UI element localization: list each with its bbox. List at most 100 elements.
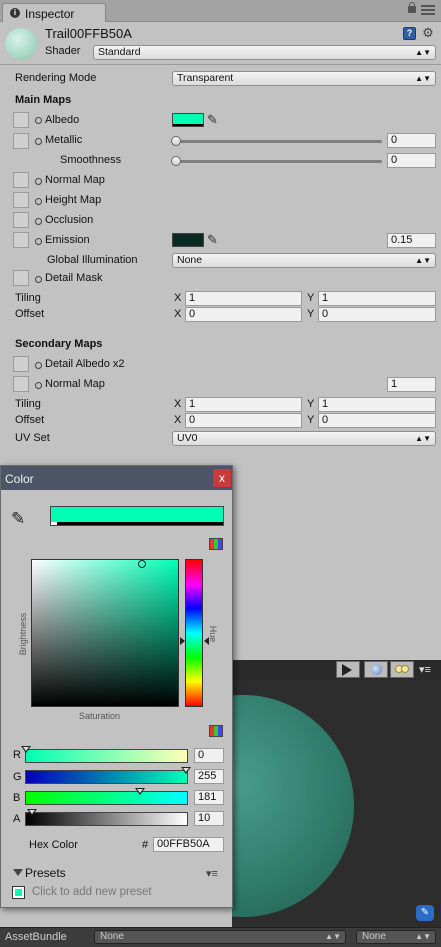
- secondary-maps-header: Secondary Maps: [15, 338, 103, 350]
- eyedropper-icon[interactable]: ✎: [11, 509, 25, 529]
- hex-color-field[interactable]: 00FFB50A: [153, 837, 224, 852]
- albedo-color-swatch[interactable]: [172, 113, 204, 127]
- main-tiling-y-field[interactable]: 1: [318, 291, 436, 306]
- slider-mode-icon[interactable]: [209, 725, 223, 737]
- color-window-titlebar[interactable]: Color x: [1, 466, 232, 490]
- label-tag-icon[interactable]: ✎: [416, 905, 434, 921]
- secondary-normal-scale-field[interactable]: 1: [387, 377, 436, 392]
- r-slider[interactable]: [25, 749, 188, 763]
- preset-swatch[interactable]: [12, 886, 25, 899]
- hue-label: Hue: [208, 625, 218, 643]
- object-picker-icon[interactable]: [35, 138, 42, 145]
- global-illumination-value: None: [177, 254, 203, 266]
- hue-marker-left[interactable]: [180, 637, 185, 645]
- color-mode-icon[interactable]: [209, 538, 223, 550]
- metallic-texture-slot[interactable]: [13, 133, 29, 149]
- x-label: X: [174, 398, 182, 410]
- occlusion-label: Occlusion: [45, 214, 94, 226]
- rendering-mode-dropdown[interactable]: Transparent ▲▼: [172, 71, 436, 86]
- presets-foldout-icon[interactable]: [13, 869, 23, 876]
- r-value-field[interactable]: 0: [194, 748, 224, 763]
- secondary-offset-y-field[interactable]: 0: [318, 413, 436, 428]
- b-slider[interactable]: [25, 791, 188, 805]
- x-label: X: [174, 292, 182, 304]
- emission-texture-slot[interactable]: [13, 232, 29, 248]
- tab-menu-icon[interactable]: [421, 5, 435, 15]
- hex-prefix: #: [142, 839, 149, 851]
- presets-label[interactable]: Presets: [25, 866, 66, 880]
- object-picker-icon[interactable]: [35, 362, 42, 369]
- object-picker-icon[interactable]: [35, 178, 42, 185]
- sv-cursor[interactable]: [138, 560, 146, 568]
- metallic-slider-thumb[interactable]: [171, 136, 181, 146]
- smoothness-slider-thumb[interactable]: [171, 156, 181, 166]
- a-slider[interactable]: [25, 812, 188, 826]
- secondary-offset-x-field[interactable]: 0: [185, 413, 302, 428]
- preview-menu-icon[interactable]: ▾≡: [419, 663, 435, 676]
- detail-mask-texture-slot[interactable]: [13, 270, 29, 286]
- g-slider-thumb[interactable]: [181, 767, 191, 774]
- main-tiling-x-field[interactable]: 1: [185, 291, 302, 306]
- b-slider-thumb[interactable]: [135, 788, 145, 795]
- add-preset-text[interactable]: Click to add new preset: [32, 886, 152, 898]
- y-label: Y: [307, 398, 315, 410]
- smoothness-field[interactable]: 0: [387, 153, 436, 168]
- a-value-field[interactable]: 10: [194, 811, 224, 826]
- main-offset-y-field[interactable]: 0: [318, 307, 436, 322]
- g-value-field[interactable]: 255: [194, 769, 224, 784]
- detail-albedo-texture-slot[interactable]: [13, 356, 29, 372]
- tab-inspector[interactable]: i Inspector: [2, 3, 106, 22]
- normal-map-texture-slot[interactable]: [13, 172, 29, 188]
- x-label: X: [174, 414, 182, 426]
- height-map-texture-slot[interactable]: [13, 192, 29, 208]
- assetbundle-name-dropdown[interactable]: None ▲▼: [94, 930, 346, 944]
- uv-set-dropdown[interactable]: UV0 ▲▼: [172, 431, 436, 446]
- b-value-field[interactable]: 181: [194, 790, 224, 805]
- eyedropper-icon[interactable]: ✎: [207, 113, 221, 127]
- secondary-tiling-y-field[interactable]: 1: [318, 397, 436, 412]
- eyedropper-icon[interactable]: ✎: [207, 233, 221, 247]
- sphere-icon: [371, 664, 382, 675]
- lock-icon[interactable]: [408, 2, 416, 13]
- emission-color-swatch[interactable]: [172, 233, 204, 247]
- color-picker-window[interactable]: Color x ✎ Brightness Hue Saturation R 0 …: [0, 465, 233, 908]
- presets-menu-icon[interactable]: ▾≡: [206, 867, 218, 880]
- main-offset-label: Offset: [15, 308, 45, 320]
- chevron-updown-icon: ▲▼: [415, 74, 431, 83]
- preview-mesh-button[interactable]: [364, 661, 388, 678]
- chevron-updown-icon: ▲▼: [415, 434, 431, 443]
- metallic-field[interactable]: 0: [387, 133, 436, 148]
- metallic-slider[interactable]: [176, 140, 382, 143]
- material-preview-area[interactable]: [232, 680, 441, 927]
- hue-slider[interactable]: [185, 559, 203, 707]
- assetbundle-variant-dropdown[interactable]: None ▲▼: [356, 930, 436, 944]
- assetbundle-variant-value: None: [362, 931, 386, 942]
- r-slider-thumb[interactable]: [21, 746, 31, 753]
- shader-label: Shader: [45, 45, 81, 57]
- gear-icon[interactable]: ⚙: [421, 26, 435, 40]
- object-picker-icon[interactable]: [35, 382, 42, 389]
- object-picker-icon[interactable]: [35, 238, 42, 245]
- help-icon[interactable]: ?: [403, 27, 416, 40]
- object-picker-icon[interactable]: [35, 198, 42, 205]
- object-picker-icon[interactable]: [35, 276, 42, 283]
- smoothness-slider[interactable]: [176, 160, 382, 163]
- saturation-brightness-box[interactable]: [31, 559, 179, 707]
- preview-light-button[interactable]: [390, 661, 414, 678]
- a-slider-thumb[interactable]: [27, 809, 37, 816]
- g-slider[interactable]: [25, 770, 188, 784]
- secondary-tiling-x-field[interactable]: 1: [185, 397, 302, 412]
- global-illumination-dropdown[interactable]: None ▲▼: [172, 253, 436, 268]
- shader-dropdown[interactable]: Standard ▲▼: [93, 45, 436, 60]
- albedo-texture-slot[interactable]: [13, 112, 29, 128]
- main-offset-x-field[interactable]: 0: [185, 307, 302, 322]
- object-picker-icon[interactable]: [35, 218, 42, 225]
- metallic-label: Metallic: [45, 134, 83, 146]
- secondary-normal-texture-slot[interactable]: [13, 376, 29, 392]
- emission-intensity-field[interactable]: 0.15: [387, 233, 436, 248]
- close-icon[interactable]: x: [213, 469, 231, 487]
- chevron-updown-icon: ▲▼: [415, 256, 431, 265]
- object-picker-icon[interactable]: [35, 117, 42, 124]
- detail-mask-label: Detail Mask: [45, 272, 103, 284]
- occlusion-texture-slot[interactable]: [13, 212, 29, 228]
